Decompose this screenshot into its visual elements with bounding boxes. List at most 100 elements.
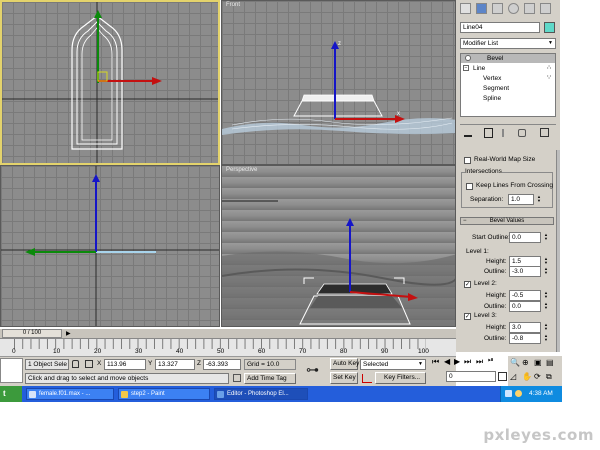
- top-view-geometry: [2, 2, 218, 163]
- taskbar-item-paint[interactable]: step2 - Paint: [118, 388, 210, 400]
- prompt-line: Click and drag to select and move object…: [25, 373, 229, 384]
- key-filters-button[interactable]: Key Filters...: [375, 372, 426, 384]
- remove-modifier-icon[interactable]: [518, 129, 526, 137]
- auto-key-button[interactable]: Auto Key: [330, 358, 359, 370]
- bevel-values-rollout[interactable]: − Bevel Values: [460, 217, 554, 225]
- level2-checkbox[interactable]: ✓: [464, 281, 471, 288]
- viewport-left[interactable]: [0, 165, 220, 327]
- viewport-top[interactable]: [0, 0, 220, 165]
- spinner-icon[interactable]: ▲ ▼: [543, 267, 549, 276]
- expand-icon[interactable]: −: [463, 65, 469, 71]
- next-frame-icon[interactable]: ⏭: [464, 357, 471, 367]
- level3-height-field[interactable]: 3.0: [509, 322, 541, 333]
- object-color-swatch[interactable]: [544, 22, 555, 33]
- time-slider-thumb[interactable]: 0 / 100: [2, 329, 62, 338]
- level1-outline-field[interactable]: -3.0: [509, 266, 541, 277]
- y-coordinate[interactable]: 13.327: [155, 359, 195, 370]
- zoom-extents-icon[interactable]: ▣: [534, 358, 542, 367]
- make-unique-icon[interactable]: [502, 129, 510, 137]
- clock[interactable]: 4:38 AM: [529, 390, 553, 397]
- level2-height-field[interactable]: -0.5: [509, 290, 541, 301]
- play-icon[interactable]: ▶: [454, 357, 460, 366]
- level3-checkbox[interactable]: ✓: [464, 313, 471, 320]
- go-to-start-icon[interactable]: ⏮: [432, 357, 439, 367]
- pan-icon[interactable]: ✋: [522, 372, 532, 381]
- real-world-map-checkbox[interactable]: [464, 157, 471, 164]
- level3-outline-field[interactable]: -0.8: [509, 333, 541, 344]
- stack-item-vertex[interactable]: Vertex ∵: [461, 74, 555, 83]
- modify-tab-icon[interactable]: [476, 3, 487, 14]
- add-time-tag-button[interactable]: Add Time Tag: [244, 373, 296, 384]
- go-to-end-icon[interactable]: ⏭: [476, 357, 483, 367]
- z-label: Z: [197, 360, 201, 367]
- spinner-icon[interactable]: ▲ ▼: [543, 334, 549, 343]
- key-tangent-icon[interactable]: [362, 374, 372, 383]
- keep-lines-checkbox[interactable]: [466, 183, 473, 190]
- viewport-label: Front: [226, 2, 241, 8]
- set-key-icon[interactable]: ⊶: [306, 362, 319, 378]
- create-tab-icon[interactable]: [460, 3, 471, 14]
- spinner-icon[interactable]: ▲ ▼: [543, 323, 549, 332]
- track-bar[interactable]: 0 10 20 30 40 50 60 70 80 90 100: [0, 339, 456, 357]
- slider-right-arrow-icon[interactable]: ▶: [66, 330, 71, 337]
- spinner-icon[interactable]: ▲ ▼: [543, 302, 549, 311]
- show-end-result-icon[interactable]: [484, 128, 493, 138]
- axis-x-label: x: [397, 111, 400, 117]
- start-outline-field[interactable]: 0.0: [509, 232, 541, 243]
- panel-scrollbar[interactable]: [556, 150, 560, 352]
- level2-label: Level 2:: [474, 280, 497, 287]
- spinner-icon[interactable]: ▲ ▼: [536, 195, 542, 204]
- utilities-tab-icon[interactable]: [540, 3, 551, 14]
- lock-icon[interactable]: [72, 360, 79, 368]
- chevron-down-icon: ▼: [548, 40, 553, 46]
- taskbar-item-3dsmax[interactable]: female.f01.max - ...: [26, 388, 114, 400]
- spinner-icon[interactable]: ▲ ▼: [543, 257, 549, 266]
- x-coordinate[interactable]: 113.96: [104, 359, 146, 370]
- current-frame-field[interactable]: 0: [446, 371, 496, 382]
- orbit-icon[interactable]: ⟳: [534, 372, 541, 381]
- set-key-button[interactable]: Set Key: [330, 372, 358, 384]
- z-coordinate[interactable]: -63.393: [203, 359, 241, 370]
- field-of-view-icon[interactable]: ◿: [510, 372, 516, 381]
- stack-item-label: Vertex: [483, 75, 502, 82]
- separation-field[interactable]: 1.0: [508, 194, 534, 205]
- viewport-perspective[interactable]: Perspective: [221, 165, 456, 327]
- display-tab-icon[interactable]: [524, 3, 535, 14]
- level3-height-label: Height:: [486, 324, 507, 331]
- zoom-icon[interactable]: 🔍: [510, 358, 520, 367]
- spinner-icon[interactable]: ▲ ▼: [543, 233, 549, 242]
- stack-item-bevel[interactable]: Bevel: [461, 54, 555, 63]
- stack-item-label: Segment: [483, 85, 510, 92]
- real-world-map-label: Real-World Map Size: [474, 156, 536, 163]
- network-icon[interactable]: [505, 390, 512, 397]
- stack-item-label: Line: [473, 65, 486, 72]
- zoom-all-icon[interactable]: ⊕: [522, 358, 529, 367]
- object-name-field[interactable]: Line04: [460, 22, 540, 33]
- previous-frame-icon[interactable]: ◀: [444, 357, 450, 366]
- volume-icon[interactable]: [515, 390, 522, 397]
- key-mode-dropdown[interactable]: Selected ▼: [360, 359, 426, 370]
- configure-sets-icon[interactable]: [540, 128, 549, 137]
- frame-counter: 0 / 100: [22, 330, 42, 336]
- y-label: Y: [148, 360, 153, 367]
- modifier-list-dropdown[interactable]: Modifier List ▼: [460, 38, 556, 49]
- time-config-icon[interactable]: [498, 372, 507, 381]
- absolute-mode-icon[interactable]: [85, 360, 93, 368]
- viewport-front[interactable]: z x Front: [221, 0, 456, 165]
- time-slider[interactable]: 0 / 100 ▶: [0, 329, 456, 339]
- stack-item-spline[interactable]: Spline: [461, 94, 555, 103]
- level2-outline-field[interactable]: 0.0: [509, 301, 541, 312]
- modifier-list-label: Modifier List: [463, 40, 499, 47]
- stack-item-segment[interactable]: Segment: [461, 84, 555, 93]
- hierarchy-tab-icon[interactable]: [492, 3, 503, 14]
- spinner-icon[interactable]: ▲ ▼: [543, 291, 549, 300]
- pin-stack-icon[interactable]: [464, 129, 472, 137]
- stack-item-line[interactable]: − Line ∴: [461, 64, 555, 73]
- motion-tab-icon[interactable]: [508, 3, 519, 14]
- perspective-geometry: [222, 200, 455, 326]
- maximize-viewport-icon[interactable]: ⧉: [546, 372, 552, 382]
- start-button[interactable]: t: [0, 386, 22, 402]
- key-mode-toggle-icon[interactable]: ⏯: [488, 357, 494, 365]
- taskbar-item-photoshop[interactable]: Editor - Photoshop El...: [214, 388, 308, 400]
- zoom-extents-all-icon[interactable]: ▤: [546, 358, 554, 367]
